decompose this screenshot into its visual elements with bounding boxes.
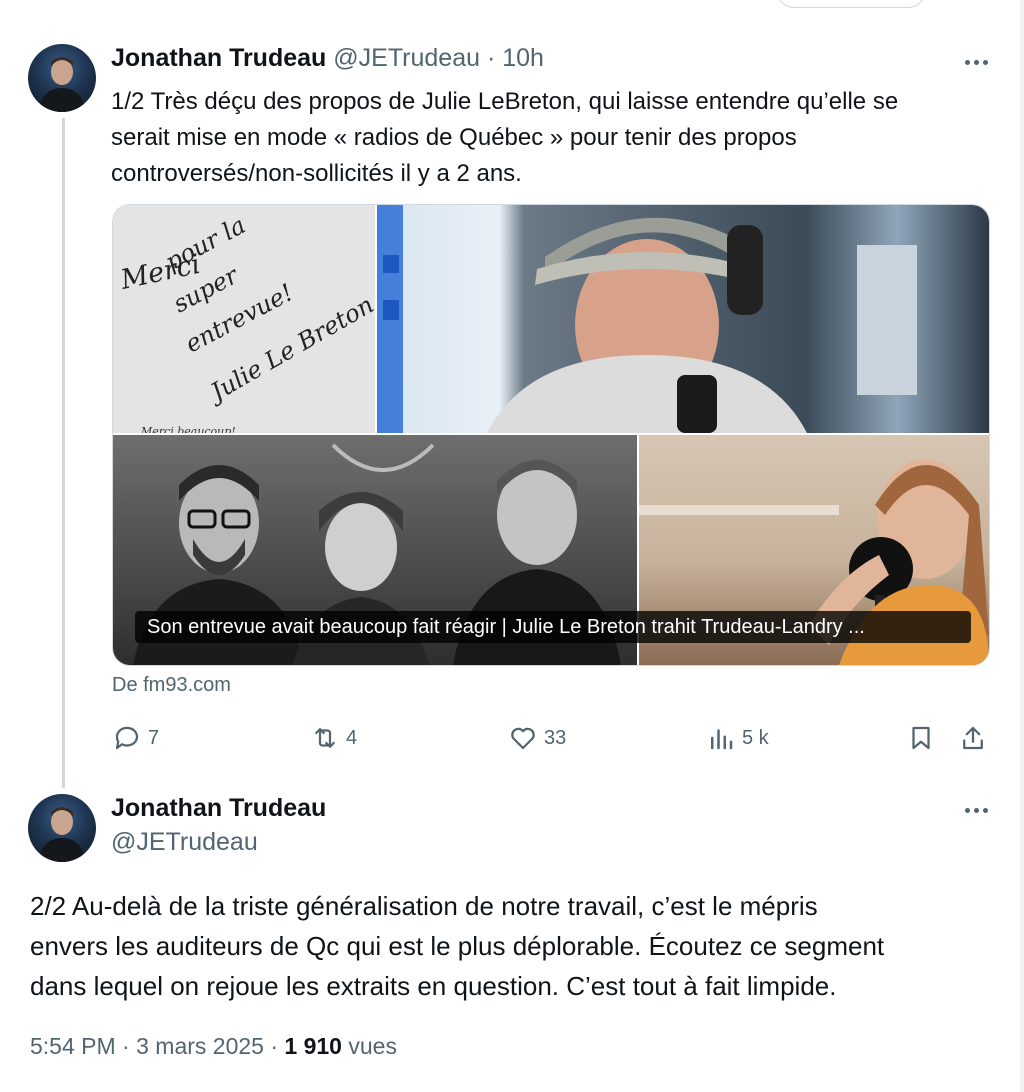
column-border	[1020, 0, 1024, 1092]
tweet-time[interactable]: 10h	[502, 44, 544, 72]
share-button[interactable]	[958, 722, 988, 754]
reply-icon	[115, 726, 139, 750]
bookmark-button[interactable]	[906, 722, 936, 754]
repost-count: 4	[346, 726, 358, 749]
tweet-text-line: dans lequel on rejoue les extraits en qu…	[30, 971, 837, 1001]
tweet-text-line: 2/2 Au-delà de la triste généralisation …	[30, 891, 818, 921]
handwritten-note-image: Merci pour la super entrevue! Julie Le B…	[113, 205, 375, 433]
thread-connector	[62, 118, 65, 788]
avatar-photo	[38, 807, 86, 862]
avatar[interactable]	[28, 794, 96, 862]
share-icon	[963, 726, 983, 750]
repost-icon	[315, 728, 335, 748]
tweet-time[interactable]: 5:54 PM	[30, 1033, 116, 1059]
views-count: 5 k	[742, 726, 769, 749]
views-label: vues	[348, 1033, 397, 1059]
tweet2-text: 2/2 Au-delà de la triste généralisation …	[30, 886, 990, 1006]
tweet1-header: Jonathan Trudeau @JETrudeau · 10h	[111, 44, 544, 73]
tweet-meta: 5:54 PM · 3 mars 2025 · 1 910 vues	[30, 1033, 397, 1060]
dot-separator: ·	[122, 1033, 130, 1059]
bookmark-icon	[912, 726, 930, 750]
author-handle[interactable]: @JETrudeau	[333, 44, 480, 72]
views-total: 1 910	[284, 1033, 342, 1059]
show-more-pill[interactable]	[776, 0, 926, 8]
like-count: 33	[544, 726, 567, 749]
tweet1-text: 1/2 Très déçu des propos de Julie LeBret…	[111, 84, 991, 192]
author-handle[interactable]: @JETrudeau	[111, 828, 258, 857]
tweet-text-line: serait mise en mode « radios de Québec »…	[111, 124, 797, 151]
views-button[interactable]: 5 k	[706, 722, 769, 754]
tweet-text-line: envers les auditeurs de Qc qui est le pl…	[30, 931, 885, 961]
handwriting-line: pour la	[161, 211, 250, 276]
author-name[interactable]: Jonathan Trudeau	[111, 44, 326, 72]
tweet-date[interactable]: 3 mars 2025	[136, 1033, 264, 1059]
link-card-media[interactable]: Merci pour la super entrevue! Julie Le B…	[112, 204, 990, 666]
reply-button[interactable]: 7	[112, 722, 159, 754]
dot-separator: ·	[486, 44, 496, 72]
like-button[interactable]: 33	[508, 722, 566, 754]
link-source[interactable]: De fm93.com	[112, 674, 231, 697]
more-icon[interactable]	[961, 52, 991, 72]
reply-count: 7	[148, 726, 160, 749]
radio-host-image	[377, 205, 989, 433]
author-name[interactable]: Jonathan Trudeau	[111, 794, 326, 823]
views-icon	[711, 729, 733, 750]
tweet-text-line: controversés/non-sollicités il y a 2 ans…	[111, 160, 522, 187]
repost-button[interactable]: 4	[310, 722, 357, 754]
dot-separator: ·	[270, 1033, 279, 1059]
like-icon	[511, 727, 535, 750]
avatar-photo	[38, 57, 86, 112]
more-icon[interactable]	[961, 800, 991, 820]
avatar[interactable]	[28, 44, 96, 112]
handwriting-footer: Merci beaucoup!	[140, 425, 236, 433]
tweet-text-line: 1/2 Très déçu des propos de Julie LeBret…	[111, 88, 899, 115]
link-card-title[interactable]: Son entrevue avait beaucoup fait réagir …	[135, 611, 971, 643]
